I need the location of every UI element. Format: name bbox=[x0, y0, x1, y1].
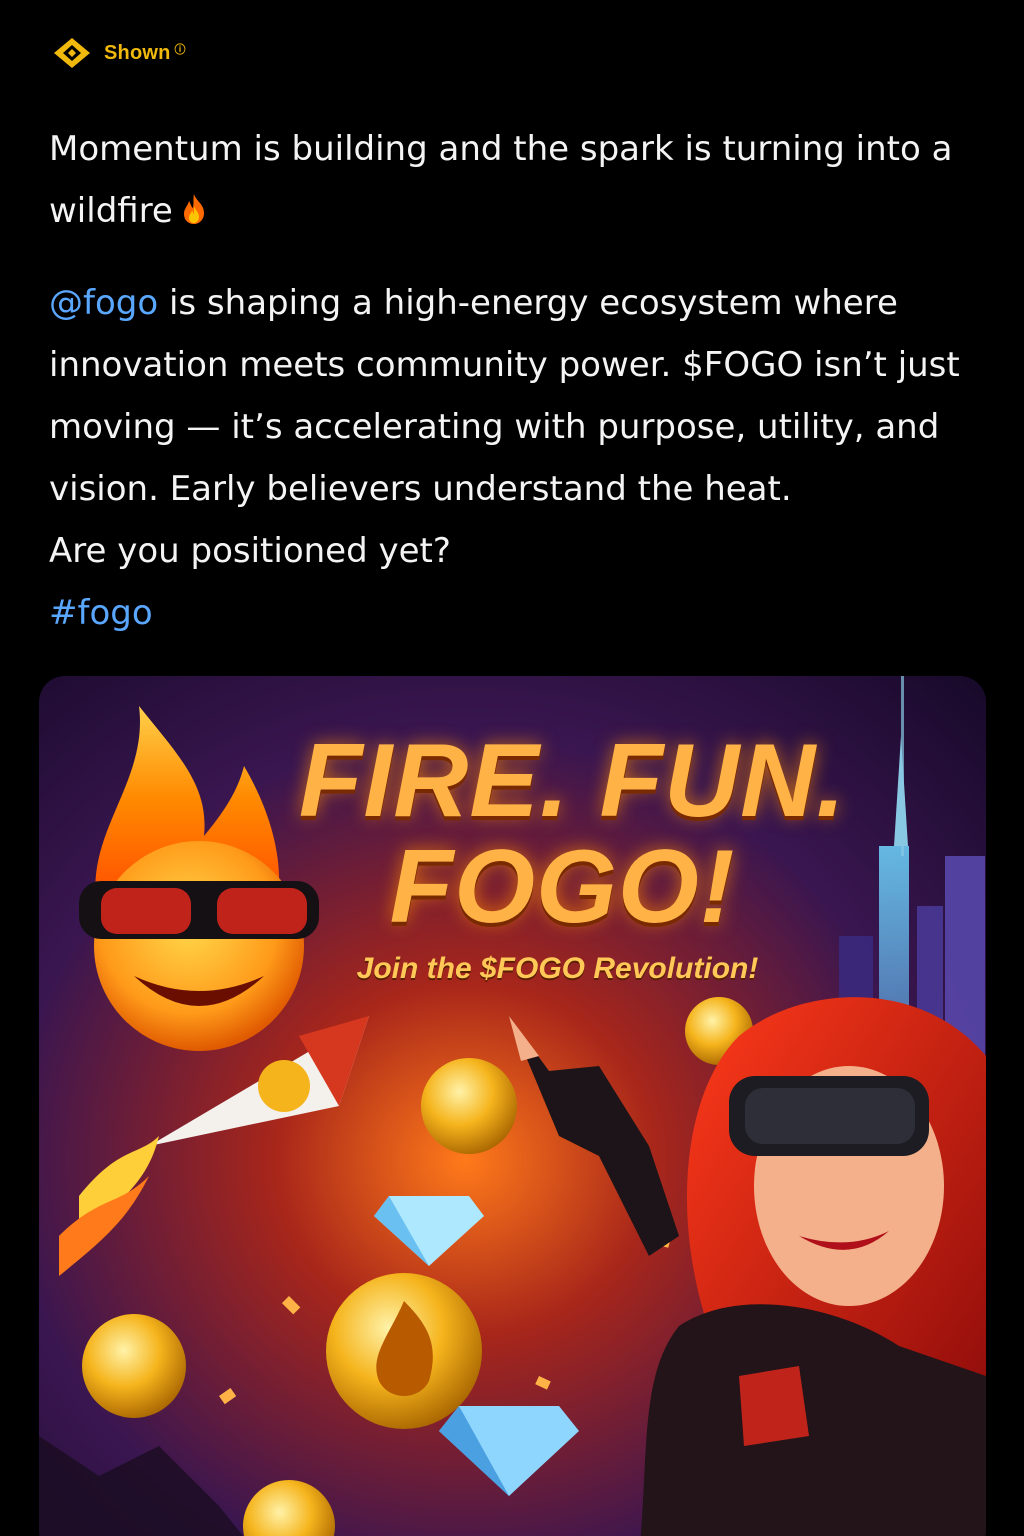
post-image[interactable]: FIRE. FUN. FOGO! Join the $FOGO Revoluti… bbox=[39, 676, 986, 1536]
post-source-header: Shown ⓘ bbox=[50, 36, 186, 70]
poster-title-line2: FOGO! bbox=[389, 829, 736, 945]
poster-title-line1: FIRE. FUN. bbox=[298, 723, 847, 839]
post-text: is shaping a high-energy ecosystem where… bbox=[49, 283, 960, 509]
fire-emoji-icon bbox=[183, 194, 204, 224]
post-paragraph-2: @fogo is shaping a high-energy ecosystem… bbox=[49, 272, 989, 644]
binance-diamond-icon[interactable] bbox=[50, 36, 94, 70]
post-paragraph-1: Momentum is building and the spark is tu… bbox=[49, 118, 989, 242]
info-icon[interactable]: ⓘ bbox=[175, 41, 186, 57]
hashtag-link[interactable]: #fogo bbox=[49, 593, 153, 633]
post-body: Momentum is building and the spark is tu… bbox=[49, 118, 989, 644]
mention-link[interactable]: @fogo bbox=[49, 283, 158, 323]
source-label[interactable]: Shown bbox=[104, 42, 171, 65]
post-question: Are you positioned yet? bbox=[49, 531, 451, 571]
poster-subtitle: Join the $FOGO Revolution! bbox=[356, 952, 759, 985]
